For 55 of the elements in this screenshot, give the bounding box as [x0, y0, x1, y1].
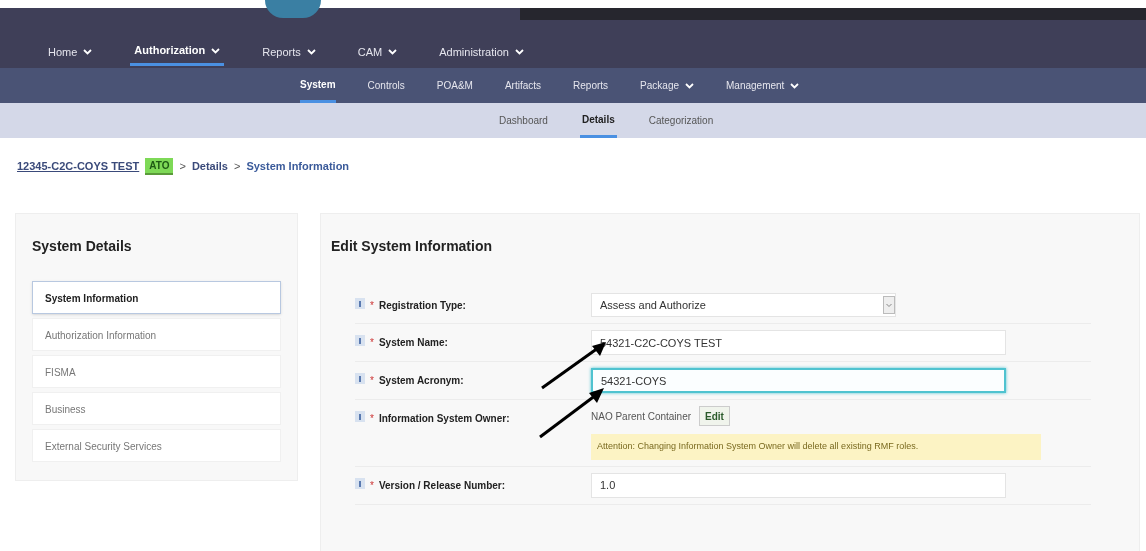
chevron-icon [211, 47, 221, 54]
nav-tab[interactable]: POA&M [436, 68, 473, 103]
nav-tab[interactable]: Controls [367, 68, 405, 103]
chevron-icon [306, 49, 316, 55]
status-badge: ATO [145, 158, 174, 175]
chevron-icon [388, 49, 398, 55]
page-tab[interactable]: Categorization [646, 103, 716, 138]
nav-menu[interactable]: Administration [435, 38, 528, 66]
panel-title: Edit System Information [331, 237, 494, 256]
sidebar-item[interactable]: External Security Services [32, 429, 281, 462]
caret-icon [883, 296, 895, 314]
input-field[interactable]: 54321-COYS [591, 368, 1006, 393]
chevron-icon [514, 49, 524, 55]
nav-tab[interactable]: Reports [573, 68, 609, 103]
breadcrumb-current: System Information [246, 159, 350, 175]
field-label: Version / Release Number: [378, 478, 506, 493]
input-field[interactable]: 1.0 [591, 472, 1006, 498]
info-icon[interactable] [355, 335, 365, 346]
required-mark: * [370, 299, 374, 313]
page-tab[interactable]: Dashboard [497, 103, 550, 138]
edit-button[interactable]: Edit [699, 406, 730, 426]
warning-message: Attention: Changing Information System Owner will delete all existing RMF roles. [591, 434, 1041, 460]
required-mark: * [370, 478, 374, 493]
select-field[interactable]: Assess and Authorize [591, 293, 896, 317]
nav-menu[interactable]: Reports [258, 38, 320, 66]
sidebar-item[interactable]: Business [32, 392, 281, 425]
sidebar-item[interactable]: System Information [32, 281, 281, 314]
nav-tab[interactable]: Artifacts [504, 68, 542, 103]
page-tab[interactable]: Details [579, 103, 617, 138]
field-label: System Acronym: [378, 374, 464, 388]
info-icon[interactable] [355, 298, 365, 309]
panel-title: System Details [32, 237, 133, 256]
field-label: System Name: [378, 336, 448, 350]
field-label: Information System Owner: [378, 412, 510, 426]
required-mark: * [370, 374, 374, 388]
sidebar-item[interactable]: Authorization Information [32, 318, 281, 351]
chevron-icon [83, 49, 93, 55]
sidebar-item[interactable]: FISMA [32, 355, 281, 388]
owner-name: NAO Parent Container [591, 409, 692, 424]
info-icon[interactable] [355, 477, 365, 489]
required-mark: * [370, 412, 374, 426]
logo-icon [265, 0, 321, 18]
input-field[interactable]: 54321-C2C-COYS TEST [591, 330, 1006, 355]
info-icon[interactable] [355, 373, 365, 384]
nav-tab[interactable]: Package [640, 68, 694, 103]
field-label: Registration Type: [378, 299, 466, 313]
breadcrumb-separator: > [179, 159, 186, 175]
nav-menu[interactable]: Home [44, 38, 97, 66]
breadcrumb-link[interactable]: Details [191, 158, 228, 175]
info-icon[interactable] [355, 411, 365, 422]
breadcrumb-separator: > [233, 159, 241, 175]
breadcrumb-link[interactable]: 12345-C2C-COYS TEST [17, 158, 140, 175]
required-mark: * [370, 336, 374, 350]
nav-menu[interactable]: CAM [353, 38, 402, 66]
nav-tab[interactable]: Management [726, 68, 800, 103]
